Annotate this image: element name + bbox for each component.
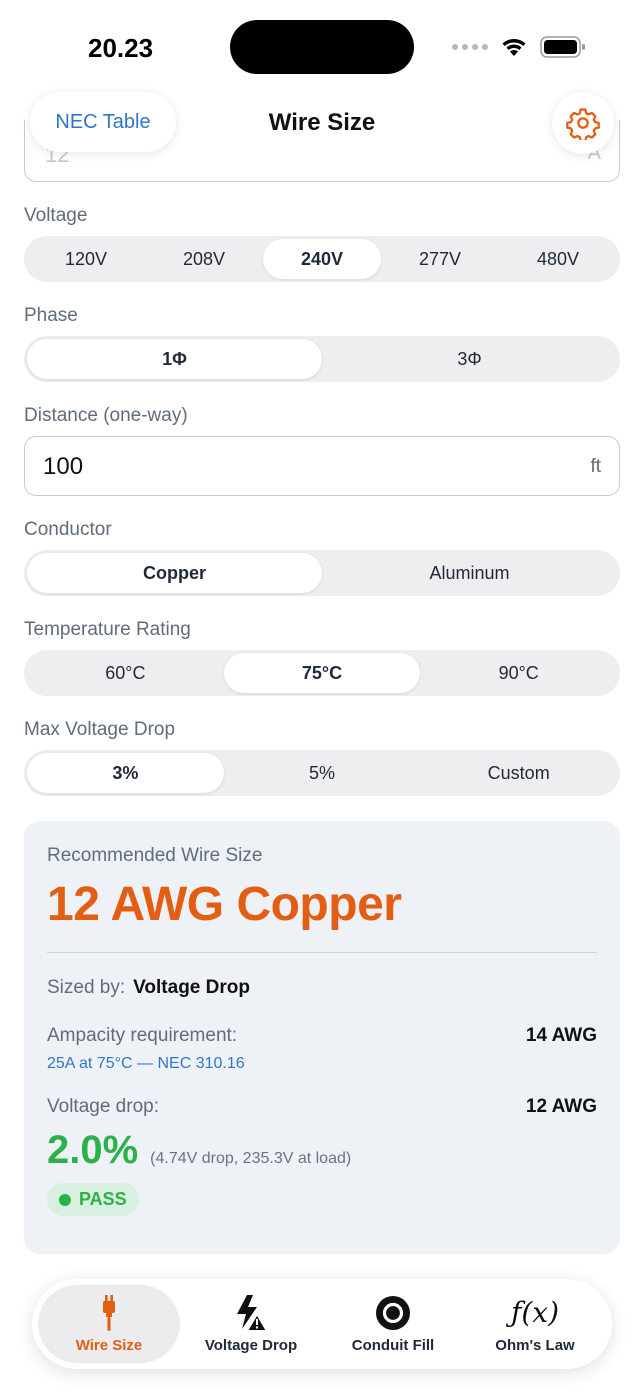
phase-option-single[interactable]: 1Φ bbox=[27, 339, 322, 379]
max-drop-group: Max Voltage Drop 3% 5% Custom bbox=[24, 719, 620, 796]
max-drop-option-3[interactable]: 3% bbox=[27, 753, 224, 793]
ampacity-label: Ampacity requirement: bbox=[47, 1025, 238, 1046]
phase-option-three[interactable]: 3Φ bbox=[322, 339, 617, 379]
settings-button[interactable] bbox=[552, 92, 614, 154]
voltage-option-277v[interactable]: 277V bbox=[381, 239, 499, 279]
status-bar: 20.23 bbox=[0, 0, 644, 92]
temperature-group: Temperature Rating 60°C 75°C 90°C bbox=[24, 619, 620, 696]
battery-icon bbox=[540, 36, 586, 58]
pass-label: PASS bbox=[79, 1189, 127, 1209]
wifi-icon bbox=[502, 39, 526, 56]
max-drop-label: Max Voltage Drop bbox=[24, 719, 176, 740]
distance-input[interactable]: 100 ft bbox=[24, 436, 620, 496]
bolt-warning-icon bbox=[233, 1294, 269, 1332]
tab-conduit-fill-label: Conduit Fill bbox=[351, 1336, 435, 1354]
status-icons bbox=[452, 36, 586, 58]
distance-unit: ft bbox=[590, 456, 601, 477]
result-caption: Recommended Wire Size bbox=[47, 845, 263, 866]
page-title: Wire Size bbox=[268, 109, 376, 136]
conductor-option-aluminum[interactable]: Aluminum bbox=[322, 553, 617, 593]
distance-label: Distance (one-way) bbox=[24, 405, 188, 426]
voltage-option-240v[interactable]: 240V bbox=[263, 239, 381, 279]
sized-by-label: Sized by: bbox=[47, 977, 126, 998]
voltage-group: Voltage 120V 208V 240V 277V 480V bbox=[24, 205, 620, 282]
conduit-icon bbox=[375, 1295, 411, 1331]
phase-segmented-control: 1Φ 3Φ bbox=[24, 336, 620, 382]
tab-bar: Wire Size Voltage Drop Conduit Fill ƒ(x)… bbox=[32, 1279, 612, 1369]
voltage-segmented-control: 120V 208V 240V 277V 480V bbox=[24, 236, 620, 282]
conductor-label: Conductor bbox=[24, 519, 112, 540]
conductor-segmented-control: Copper Aluminum bbox=[24, 550, 620, 596]
tab-ohms-law[interactable]: ƒ(x) Ohm's Law bbox=[464, 1285, 606, 1363]
plug-icon bbox=[98, 1294, 120, 1331]
tab-ohms-law-label: Ohm's Law bbox=[495, 1336, 575, 1354]
ampacity-row: Ampacity requirement: 14 AWG 25A at 75°C… bbox=[47, 1025, 597, 1073]
temperature-option-60c[interactable]: 60°C bbox=[27, 653, 224, 693]
voltage-drop-detail: (4.74V drop, 235.3V at load) bbox=[150, 1150, 352, 1167]
wire-size-form: Voltage 120V 208V 240V 277V 480V Phase 1… bbox=[24, 205, 620, 819]
phase-label: Phase bbox=[24, 305, 78, 326]
voltage-drop-size: 12 AWG bbox=[525, 1096, 597, 1117]
gear-icon bbox=[566, 108, 600, 140]
voltage-drop-label: Voltage drop: bbox=[47, 1096, 159, 1117]
sized-by-value: Voltage Drop bbox=[133, 977, 250, 998]
pass-badge: PASS bbox=[47, 1183, 139, 1216]
voltage-drop-row: Voltage drop: 12 AWG 2.0% (4.74V drop, 2… bbox=[47, 1096, 597, 1216]
voltage-option-480v[interactable]: 480V bbox=[499, 239, 617, 279]
distance-group: Distance (one-way) 100 ft bbox=[24, 405, 620, 496]
ampacity-value: 14 AWG bbox=[525, 1025, 597, 1046]
tab-voltage-drop[interactable]: Voltage Drop bbox=[180, 1285, 322, 1363]
ampacity-nec-link[interactable]: 25A at 75°C — NEC 310.16 bbox=[47, 1055, 597, 1073]
temperature-option-90c[interactable]: 90°C bbox=[420, 653, 617, 693]
voltage-option-208v[interactable]: 208V bbox=[145, 239, 263, 279]
voltage-option-120v[interactable]: 120V bbox=[27, 239, 145, 279]
result-card: Recommended Wire Size 12 AWG Copper Size… bbox=[24, 821, 620, 1254]
conductor-option-copper[interactable]: Copper bbox=[27, 553, 322, 593]
sized-by-row: Sized by: Voltage Drop bbox=[47, 977, 597, 999]
status-dot-icon bbox=[59, 1193, 71, 1206]
dynamic-island bbox=[230, 20, 414, 74]
tab-wire-size-label: Wire Size bbox=[75, 1336, 143, 1354]
voltage-label: Voltage bbox=[24, 205, 88, 226]
recommended-wire-size: 12 AWG Copper bbox=[47, 878, 402, 931]
temperature-segmented-control: 60°C 75°C 90°C bbox=[24, 650, 620, 696]
voltage-drop-percent: 2.0% bbox=[47, 1128, 139, 1172]
max-drop-option-5[interactable]: 5% bbox=[224, 753, 421, 793]
status-time: 20.23 bbox=[88, 33, 154, 63]
result-divider bbox=[47, 952, 597, 953]
temperature-label: Temperature Rating bbox=[24, 619, 191, 640]
max-drop-segmented-control: 3% 5% Custom bbox=[24, 750, 620, 796]
tab-conduit-fill[interactable]: Conduit Fill bbox=[322, 1285, 464, 1363]
temperature-option-75c[interactable]: 75°C bbox=[223, 653, 421, 693]
tab-voltage-drop-label: Voltage Drop bbox=[204, 1336, 298, 1354]
distance-value: 100 bbox=[43, 453, 84, 480]
cellular-signal-icon bbox=[452, 44, 488, 50]
max-drop-option-custom[interactable]: Custom bbox=[420, 753, 617, 793]
phase-group: Phase 1Φ 3Φ bbox=[24, 305, 620, 382]
conductor-group: Conductor Copper Aluminum bbox=[24, 519, 620, 596]
tab-wire-size[interactable]: Wire Size bbox=[38, 1285, 180, 1363]
function-icon: ƒ(x) bbox=[510, 1296, 559, 1329]
